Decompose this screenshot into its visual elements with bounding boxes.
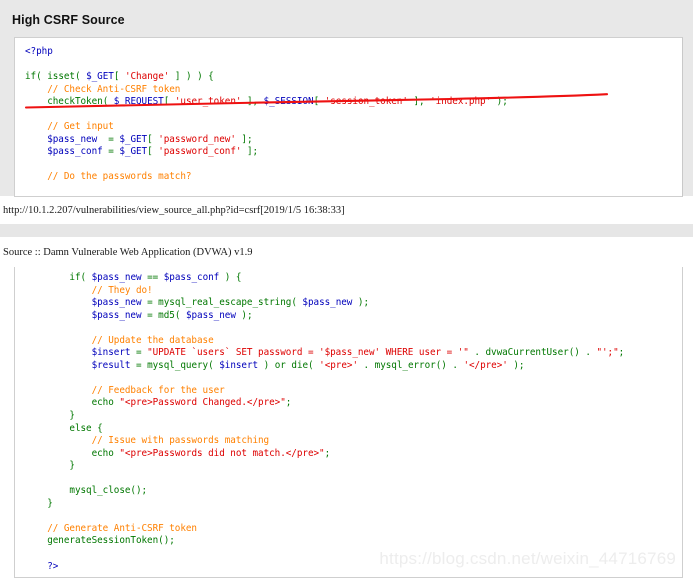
- print-page-one: High CSRF Source <?php if( isset( $_GET[…: [0, 0, 693, 197]
- source-code-panel-bottom-inner: if( $pass_new == $pass_conf ) { // They …: [15, 267, 682, 573]
- print-page-two: if( $pass_new == $pass_conf ) { // They …: [0, 267, 693, 582]
- php-source-code-bottom: if( $pass_new == $pass_conf ) { // They …: [47, 272, 625, 572]
- blog-watermark: https://blog.csdn.net/weixin_44716769: [379, 549, 676, 568]
- source-code-panel-bottom[interactable]: if( $pass_new == $pass_conf ) { // They …: [14, 267, 683, 578]
- php-source-code-top: <?php if( isset( $_GET[ 'Change' ] ) ) {…: [25, 46, 508, 183]
- page-break-separator: [0, 224, 693, 237]
- print-footer-url: http://10.1.2.207/vulnerabilities/view_s…: [3, 204, 345, 216]
- source-code-panel-top[interactable]: <?php if( isset( $_GET[ 'Change' ] ) ) {…: [14, 37, 683, 197]
- page-title: High CSRF Source: [12, 13, 125, 27]
- print-footer-url-band: http://10.1.2.207/vulnerabilities/view_s…: [0, 196, 693, 224]
- source-code-panel-top-inner: <?php if( isset( $_GET[ 'Change' ] ) ) {…: [15, 38, 682, 184]
- print-header-title-band: Source :: Damn Vulnerable Web Applicatio…: [0, 237, 693, 267]
- print-header-document-title: Source :: Damn Vulnerable Web Applicatio…: [3, 246, 253, 258]
